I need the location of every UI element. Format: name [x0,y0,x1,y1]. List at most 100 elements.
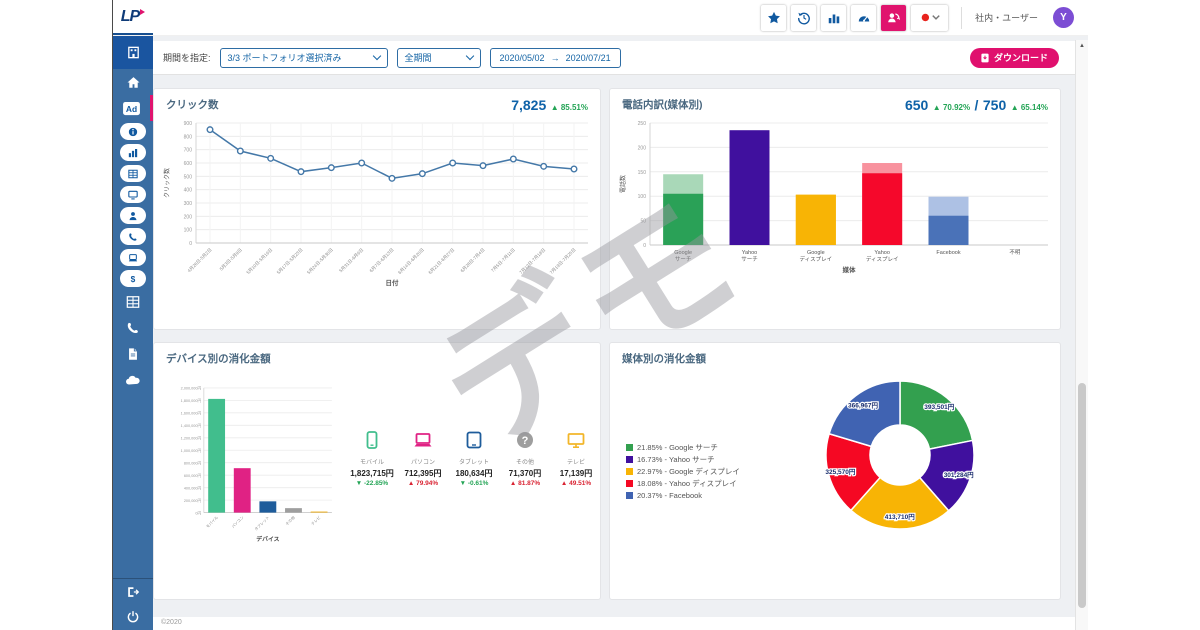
svg-text:301,284円: 301,284円 [944,471,974,479]
monitor-icon [120,186,146,203]
svg-text:800,000円: 800,000円 [184,461,202,465]
sidebar-item-ads[interactable]: Ad [113,95,153,121]
sidebar-item-chart[interactable] [113,142,153,163]
scrollbar-thumb[interactable] [1078,383,1086,608]
legend-item[interactable]: 18.08% - Yahoo ディスプレイ [626,477,740,489]
legend-label: 20.37% - Facebook [637,491,702,500]
svg-text:7月19日-7月25日: 7月19日-7月25日 [549,247,578,276]
gauge-icon[interactable] [851,5,876,31]
svg-text:900: 900 [184,121,193,127]
legend-item[interactable]: 21.85% - Google サーチ [626,441,740,453]
device-stat-value: 1,823,715円 [348,468,396,479]
company-icon [126,45,141,60]
sidebar-item-cloud[interactable] [113,367,153,393]
grid-icon [126,295,140,309]
svg-text:600: 600 [184,161,193,167]
topbar-divider [961,7,962,29]
logout-icon [126,585,140,599]
legend-swatch [626,468,633,475]
home-icon [126,75,141,90]
sidebar-item-power[interactable] [113,604,153,630]
stats-icon[interactable] [821,5,846,31]
scrollbar-up-arrow[interactable]: ▲ [1076,43,1088,49]
download-label: ダウンロード [994,51,1048,64]
sidebar-item-person[interactable] [113,205,153,226]
svg-text:サーチ: サーチ [675,256,692,263]
device-stat-value: 71,370円 [501,468,549,479]
demo-mode-icon[interactable] [881,5,906,31]
sidebar-item-phone-small[interactable] [113,226,153,247]
svg-text:5月10日-5月16日: 5月10日-5月16日 [245,247,274,276]
svg-text:テレビ: テレビ [310,515,322,527]
cloud-icon [125,375,141,386]
svg-text:0: 0 [643,243,646,249]
app-logo[interactable]: LP [113,0,153,35]
media-spend-title: 媒体別の消化金額 [622,351,706,366]
download-button[interactable]: ダウンロード [970,48,1059,68]
chevron-down-icon [465,52,473,60]
portfolio-select-value: 3/3 ポートフォリオ選択済み [228,51,342,64]
download-icon [981,53,989,63]
logo-text: LP [121,8,139,26]
chart-icon [120,144,146,161]
laptop-device-icon [399,430,447,455]
svg-text:5月3日-5月9日: 5月3日-5月9日 [219,247,244,272]
clicks-panel: クリック数 7,825 ▲ 85.51% 0100200300400500600… [153,88,601,330]
sidebar-item-grid[interactable] [113,289,153,315]
device-stat-value: 17,139円 [552,468,600,479]
svg-text:$: $ [131,274,136,284]
sidebar-item-dollar[interactable]: $ [113,268,153,289]
phone-small-icon [120,228,146,245]
device-spend-panel: デバイス別の消化金額 0円200,000円400,000円600,000円800… [153,342,601,600]
svg-text:500: 500 [184,174,193,180]
svg-text:ディスプレイ: ディスプレイ [800,255,833,263]
date-range-picker[interactable]: 2020/05/02 → 2020/07/21 [490,48,621,68]
avatar[interactable]: Y [1053,7,1074,28]
svg-text:Google: Google [674,250,692,256]
svg-text:5月17日-5月23日: 5月17日-5月23日 [276,247,305,276]
sidebar-item-phone[interactable] [113,315,153,341]
portfolio-select[interactable]: 3/3 ポートフォリオ選択済み [220,48,388,68]
device-stat-value: 180,634円 [450,468,498,479]
svg-text:日付: 日付 [386,278,400,287]
legend-swatch [626,444,633,451]
sidebar-item-logout[interactable] [113,578,153,604]
sidebar-item-laptop[interactable] [113,247,153,268]
legend-swatch [626,456,633,463]
svg-text:6月28日-7月4日: 6月28日-7月4日 [460,247,487,274]
svg-text:デバイス: デバイス [256,535,279,543]
device-stat-label: パソコン [399,457,447,466]
sidebar-item-monitor[interactable] [113,184,153,205]
date-arrow: → [551,53,560,63]
legend-item[interactable]: 20.37% - Facebook [626,489,740,501]
svg-text:6月7日-6月13日: 6月7日-6月13日 [369,247,396,274]
copyright-text: ©2020 [161,619,182,626]
legend-item[interactable]: 22.97% - Google ディスプレイ [626,465,740,477]
svg-text:5月24日-5月30日: 5月24日-5月30日 [306,247,335,276]
svg-text:200: 200 [638,145,647,151]
sidebar-item-table[interactable] [113,163,153,184]
svg-text:不明: 不明 [1009,249,1021,256]
svg-text:Yahoo: Yahoo [874,250,890,256]
sidebar-item-report[interactable] [113,341,153,367]
device-stat-label: モバイル [348,457,396,466]
svg-text:?: ? [522,435,529,447]
media-spend-donut-chart: 393,501円301,284円413,710円325,570円366,967円 [780,359,1030,559]
history-icon[interactable] [791,5,816,31]
period-select[interactable]: 全期間 [397,48,481,68]
sidebar-item-info[interactable] [113,121,153,142]
star-icon[interactable] [761,5,786,31]
legend-item[interactable]: 16.73% - Yahoo サーチ [626,453,740,465]
sidebar-item-company[interactable] [113,35,153,69]
svg-text:5月31日-6月6日: 5月31日-6月6日 [338,247,365,274]
svg-text:800: 800 [184,134,193,140]
legend-label: 22.97% - Google ディスプレイ [637,466,740,477]
page: LP 社内・ユーザー Y Ad$ 期間を指定: 3/3 ポートフォリオ選択済み … [0,0,1200,630]
sidebar-item-home[interactable] [113,69,153,95]
clicks-change: ▲ 85.51% [551,103,588,112]
user-role-label: 社内・ユーザー [975,11,1038,24]
recording-status-icon[interactable] [911,5,948,31]
scrollbar[interactable]: ▲ [1075,40,1088,630]
person-icon [120,207,146,224]
device-stat-label: タブレット [450,457,498,466]
